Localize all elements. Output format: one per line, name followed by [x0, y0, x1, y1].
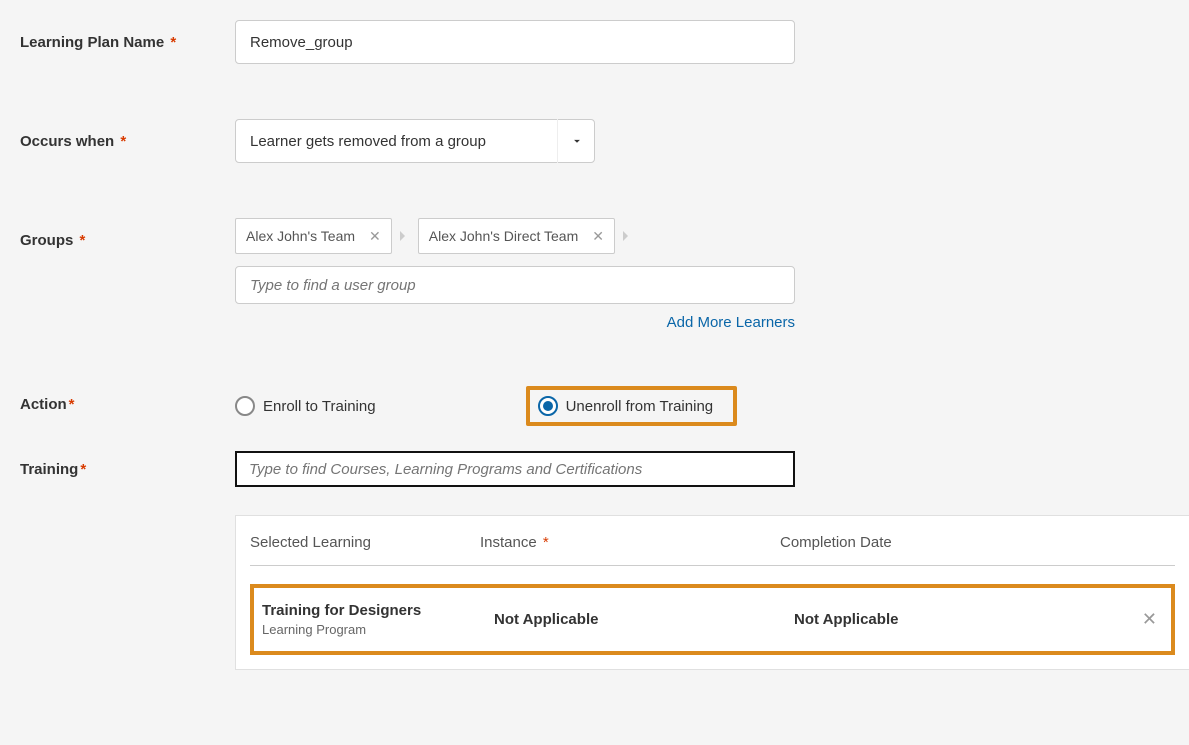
table-row: Training for Designers Learning Program … — [250, 584, 1175, 655]
radio-icon — [538, 396, 558, 416]
remove-row-icon[interactable]: ✕ — [1136, 609, 1163, 630]
enroll-to-training-radio[interactable]: Enroll to Training — [235, 396, 376, 416]
occurs-when-label: Occurs when * — [20, 119, 235, 150]
table-header: Selected Learning Instance * Completion … — [250, 534, 1175, 566]
radio-label: Unenroll from Training — [566, 398, 714, 415]
chip-separator-icon — [623, 228, 633, 245]
training-label: Training* — [20, 451, 235, 478]
groups-label: Groups * — [20, 218, 235, 249]
group-chip[interactable]: Alex John's Direct Team ✕ — [418, 218, 615, 254]
learning-subtitle: Learning Program — [262, 622, 494, 637]
highlight-unenroll: Unenroll from Training — [526, 386, 738, 426]
learning-plan-name-input[interactable] — [235, 20, 795, 64]
add-more-learners-link[interactable]: Add More Learners — [667, 314, 795, 331]
learning-instance: Not Applicable — [494, 611, 794, 628]
selected-learning-table: Selected Learning Instance * Completion … — [235, 515, 1189, 670]
col-instance: Instance * — [480, 534, 780, 551]
learning-title: Training for Designers — [262, 602, 494, 619]
learning-completion: Not Applicable — [794, 611, 1136, 628]
group-chips: Alex John's Team ✕ Alex John's Direct Te… — [235, 218, 627, 254]
col-selected-learning: Selected Learning — [250, 534, 480, 551]
close-icon[interactable]: ✕ — [592, 228, 604, 245]
unenroll-from-training-radio[interactable]: Unenroll from Training — [538, 396, 714, 416]
occurs-when-select[interactable]: Learner gets removed from a group — [235, 119, 595, 163]
training-search-input[interactable] — [235, 451, 795, 487]
action-label: Action* — [20, 386, 235, 413]
radio-label: Enroll to Training — [263, 398, 376, 415]
learning-plan-name-label: Learning Plan Name * — [20, 20, 235, 51]
groups-search-input[interactable] — [235, 266, 795, 304]
chip-separator-icon — [400, 228, 410, 245]
occurs-when-value: Learner gets removed from a group — [250, 133, 486, 150]
radio-icon — [235, 396, 255, 416]
col-completion-date: Completion Date — [780, 534, 1175, 551]
group-chip[interactable]: Alex John's Team ✕ — [235, 218, 392, 254]
close-icon[interactable]: ✕ — [369, 228, 381, 245]
group-chip-label: Alex John's Team — [246, 228, 355, 244]
group-chip-label: Alex John's Direct Team — [429, 228, 578, 244]
